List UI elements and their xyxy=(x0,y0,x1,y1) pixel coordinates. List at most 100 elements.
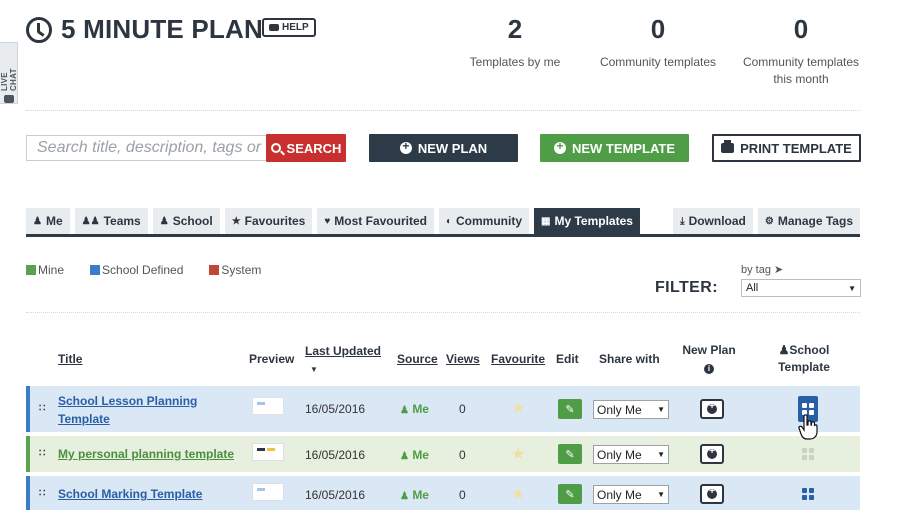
tab-favourites[interactable]: ★ Favourites xyxy=(224,208,313,234)
info-icon: i xyxy=(704,364,714,374)
share-with-select[interactable]: Only Me ▼ xyxy=(593,485,669,504)
edit-button[interactable]: ✎ xyxy=(558,484,582,504)
tag-filter-select[interactable]: All ▼ xyxy=(741,279,861,297)
tab-label: Me xyxy=(45,214,63,228)
favourite-star-icon[interactable]: ★ xyxy=(511,484,525,504)
tab-school[interactable]: ♟ School xyxy=(152,208,220,234)
share-with-value: Only Me xyxy=(597,487,642,502)
school-template-toggle-icon[interactable] xyxy=(802,488,814,500)
search-button-label: SEARCH xyxy=(286,140,342,156)
stat-templates-by-me: 2 Templates by me xyxy=(455,14,575,71)
new-plan-from-template-button[interactable] xyxy=(700,399,724,419)
plus-circle-icon xyxy=(707,486,717,499)
manage-tags-label: Manage Tags xyxy=(777,214,853,228)
tab-label: Community xyxy=(456,214,523,228)
thumb-bar xyxy=(257,488,265,491)
stat-label: Templates by me xyxy=(469,55,561,69)
stat-label: Community templates xyxy=(599,55,717,69)
download-icon: ⤓ xyxy=(680,215,685,227)
star-icon: ★ xyxy=(231,215,241,227)
tab-most-favourited[interactable]: ♥ Most Favourited xyxy=(317,208,434,234)
new-plan-label: NEW PLAN xyxy=(417,140,488,156)
user-icon: ♟ xyxy=(400,405,409,416)
search-button[interactable]: SEARCH xyxy=(266,134,346,162)
pencil-icon: ✎ xyxy=(565,403,575,416)
clock-icon xyxy=(26,16,52,43)
gear-icon: ⚙ xyxy=(764,215,774,227)
column-header-share-with: Share with xyxy=(599,352,660,366)
user-icon: ♟ xyxy=(400,451,409,462)
stat-value: 2 xyxy=(507,14,523,44)
stat-community-this-month: 0 Community templates this month xyxy=(738,14,864,88)
print-template-button[interactable]: PRINT TEMPLATE xyxy=(712,134,861,162)
template-title-link[interactable]: School Lesson Planning Template xyxy=(58,392,218,428)
live-chat-label: LIVE CHAT xyxy=(0,68,18,92)
template-title-link[interactable]: School Marking Template xyxy=(58,485,258,503)
last-updated-value: 16/05/2016 xyxy=(305,488,366,502)
tab-my-templates[interactable]: ▦ My Templates xyxy=(534,208,640,234)
school-template-toggle-icon[interactable] xyxy=(802,448,814,460)
column-header-preview: Preview xyxy=(249,352,295,366)
help-button[interactable]: HELP xyxy=(262,18,316,37)
preview-thumbnail[interactable] xyxy=(252,443,284,461)
share-with-select[interactable]: Only Me ▼ xyxy=(593,400,669,419)
new-plan-from-template-button[interactable] xyxy=(700,444,724,464)
drag-handle-icon[interactable]: ∷ xyxy=(39,488,45,499)
stat-value: 0 xyxy=(650,14,666,44)
column-header-source[interactable]: Source xyxy=(397,351,438,368)
views-value: 0 xyxy=(459,402,466,416)
users-icon: ♟♟ xyxy=(81,215,100,227)
stat-community-templates: 0 Community templates xyxy=(592,14,724,71)
edit-button[interactable]: ✎ xyxy=(558,399,582,419)
source-label: Me xyxy=(412,402,429,416)
column-header-last-updated[interactable]: Last Updated ▼ xyxy=(305,343,381,378)
tab-me[interactable]: ♟ Me xyxy=(26,208,70,234)
new-plan-button[interactable]: NEW PLAN xyxy=(369,134,518,162)
tag-icon: ➤ xyxy=(774,264,784,276)
sort-desc-icon: ▼ xyxy=(310,365,318,374)
manage-tags-button[interactable]: ⚙ Manage Tags xyxy=(757,208,860,234)
plus-circle-icon xyxy=(707,446,717,459)
legend: Mine School Defined System xyxy=(26,263,261,277)
by-tag-label: by tag ➤ xyxy=(741,263,783,276)
views-value: 0 xyxy=(459,448,466,462)
school-header-label: School xyxy=(789,343,830,357)
download-button[interactable]: ⤓ Download xyxy=(673,208,753,234)
live-chat-tab[interactable]: LIVE CHAT xyxy=(0,42,18,104)
help-icon xyxy=(269,24,279,31)
legend-label: Mine xyxy=(38,263,65,277)
drag-handle-icon[interactable]: ∷ xyxy=(39,448,45,459)
group-icon: ♟ xyxy=(159,215,169,227)
legend-mine: Mine xyxy=(26,263,64,277)
tab-bar: ♟ Me ♟♟ Teams ♟ School ★ Favourites ♥ Most Fa… xyxy=(26,208,640,234)
last-updated-value: 16/05/2016 xyxy=(305,448,366,462)
tab-community[interactable]: ◐ Community xyxy=(438,208,530,234)
thumb-bar xyxy=(257,402,265,405)
source-value: ♟ Me xyxy=(400,448,429,462)
preview-thumbnail[interactable] xyxy=(252,397,284,415)
tab-teams[interactable]: ♟♟ Teams xyxy=(74,208,148,234)
new-plan-from-template-button[interactable] xyxy=(700,484,724,504)
column-header-views[interactable]: Views xyxy=(446,351,480,368)
favourite-star-icon[interactable]: ★ xyxy=(511,444,525,464)
column-header-favourite[interactable]: Favourite xyxy=(491,351,545,368)
legend-system: System xyxy=(209,263,261,277)
user-icon: ♟ xyxy=(33,215,42,227)
new-template-button[interactable]: NEW TEMPLATE xyxy=(540,134,689,162)
plus-circle-icon xyxy=(707,401,717,414)
chevron-down-icon: ▼ xyxy=(848,283,856,293)
search-input[interactable]: Search title, description, tags or c xyxy=(26,135,268,161)
drag-handle-icon[interactable]: ∷ xyxy=(39,403,45,414)
template-title-link[interactable]: My personal planning template xyxy=(58,445,258,463)
column-header-title[interactable]: Title xyxy=(58,351,82,368)
share-with-select[interactable]: Only Me ▼ xyxy=(593,445,669,464)
divider xyxy=(26,312,860,313)
tab-label: My Templates xyxy=(554,214,633,228)
favourite-star-icon[interactable]: ★ xyxy=(511,398,525,418)
new-template-label: NEW TEMPLATE xyxy=(571,140,676,156)
edit-button[interactable]: ✎ xyxy=(558,444,582,464)
swatch xyxy=(26,265,36,275)
preview-thumbnail[interactable] xyxy=(252,483,284,501)
page-title: 5 MINUTE PLAN xyxy=(61,14,263,44)
stat-label: Community templates this month xyxy=(742,55,860,86)
